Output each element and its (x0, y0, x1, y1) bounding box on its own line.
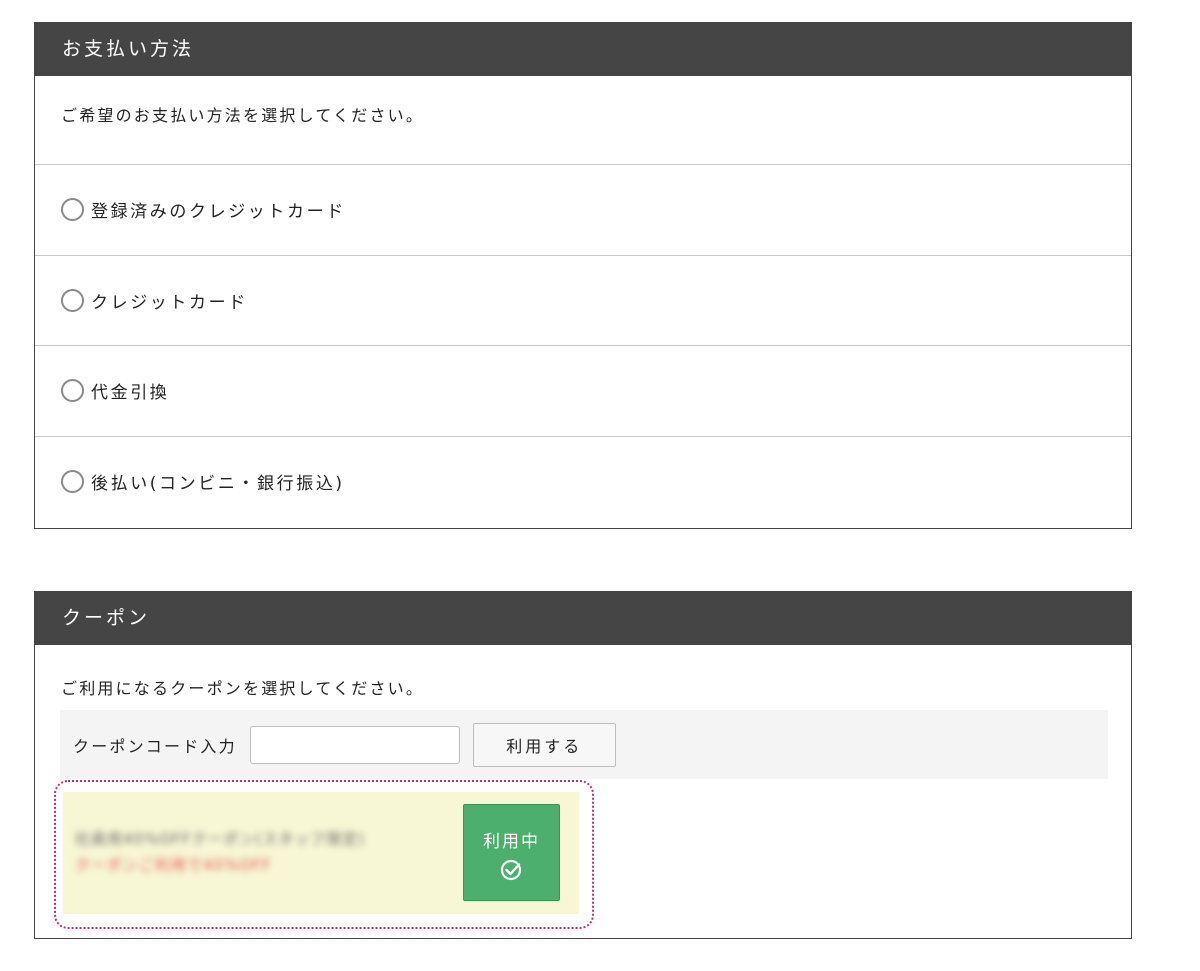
coupon-code-row: クーポンコード入力 利用する (60, 710, 1108, 779)
in-use-label: 利用中 (483, 832, 540, 852)
coupon-code-label: クーポンコード入力 (73, 736, 237, 756)
apply-coupon-button[interactable]: 利用する (472, 722, 616, 767)
selected-coupon-highlight: 社員用40%OFFクーポン(スタッフ限定) クーポンご利用で40%OFF 利用中 (54, 780, 594, 929)
coupon-title: クーポン (35, 592, 1131, 645)
check-circle-icon (500, 859, 521, 881)
payment-option-deferred[interactable]: 後払い(コンビニ・銀行振込) (35, 437, 1131, 528)
radio-button-icon[interactable] (61, 379, 84, 403)
radio-button-icon[interactable] (61, 470, 84, 494)
radio-button-icon[interactable] (61, 288, 84, 312)
radio-button-icon[interactable] (61, 198, 84, 222)
coupon-name: 社員用40%OFFクーポン(スタッフ限定) (75, 830, 366, 848)
coupon-description: クーポンご利用で40%OFF (75, 856, 272, 874)
coupon-instructions: ご利用になるクーポンを選択してください。 (61, 679, 425, 698)
payment-option-credit-card[interactable]: クレジットカード (35, 256, 1131, 346)
payment-option-saved-card[interactable]: 登録済みのクレジットカード (35, 165, 1131, 256)
payment-option-cash-on-delivery[interactable]: 代金引換 (35, 346, 1131, 437)
coupon-panel: クーポン ご利用になるクーポンを選択してください。 クーポンコード入力 利用する… (34, 591, 1132, 939)
payment-method-title: お支払い方法 (35, 23, 1131, 76)
payment-option-label: 代金引換 (91, 383, 170, 404)
coupon-code-input[interactable] (249, 725, 460, 764)
payment-method-instructions: ご希望のお支払い方法を選択してください。 (35, 76, 1131, 165)
coupon-card: 社員用40%OFFクーポン(スタッフ限定) クーポンご利用で40%OFF 利用中 (63, 792, 579, 914)
payment-option-label: クレジットカード (91, 292, 248, 313)
payment-option-label: 登録済みのクレジットカード (91, 202, 346, 223)
payment-method-panel: お支払い方法 ご希望のお支払い方法を選択してください。 登録済みのクレジットカー… (34, 22, 1132, 529)
coupon-in-use-button[interactable]: 利用中 (463, 804, 560, 901)
payment-option-label: 後払い(コンビニ・銀行振込) (91, 474, 345, 495)
